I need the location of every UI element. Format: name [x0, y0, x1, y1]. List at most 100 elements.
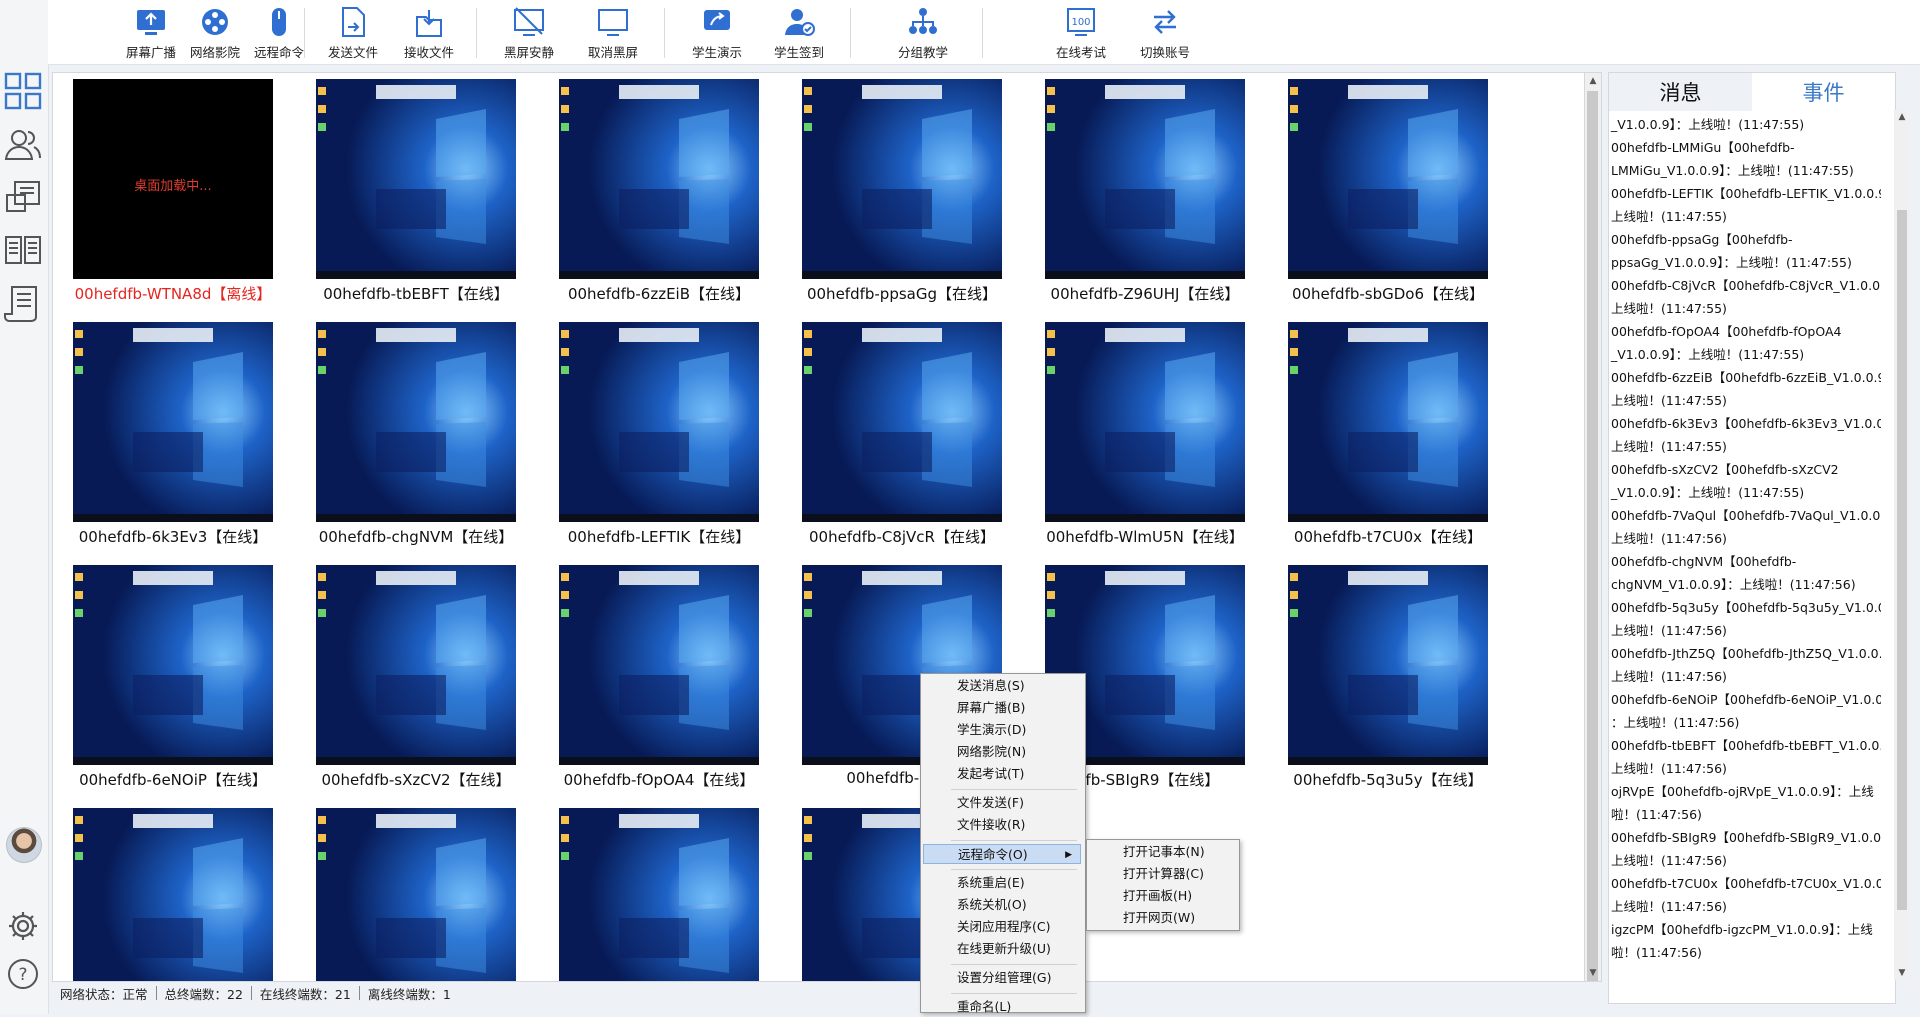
main-toolbar: 屏幕广播 网络影院 远程命令 发送文件 接收文件 黑屏安静 取消黑屏 学生演示 …	[48, 0, 1920, 65]
student-screen-thumbnail[interactable]	[73, 808, 273, 981]
settings-gear-icon[interactable]	[2, 905, 44, 947]
student-screen-thumbnail[interactable]	[316, 808, 516, 981]
submenu-item[interactable]: 打开计算器(C)	[1089, 864, 1237, 884]
scrollbar-thumb[interactable]	[1587, 91, 1598, 981]
log-line: 00hefdfb-JthZ5Q【00hefdfb-JthZ5Q_V1.0.0.9…	[1611, 646, 1881, 661]
document-scroll-icon[interactable]	[2, 282, 44, 324]
menu-item-label: 学生演示(D)	[957, 722, 1027, 737]
log-line: chgNVM_V1.0.0.9】：上线啦！(11:47:56)	[1611, 577, 1856, 592]
context-menu-item[interactable]: 在线更新升级(U)	[923, 939, 1081, 959]
context-menu-item[interactable]: 文件发送(F)	[923, 793, 1081, 813]
users-icon[interactable]	[2, 124, 44, 166]
student-screen-thumbnail[interactable]	[559, 565, 759, 765]
avatar[interactable]	[6, 827, 42, 863]
student-name: 00hefdfb-fOpOA4【在线】	[563, 771, 755, 789]
help-question-icon[interactable]: ?	[2, 953, 44, 995]
cancel-black-screen-label: 取消黑屏	[587, 45, 638, 60]
student-tile[interactable]: 00hefdfb-sbGDo6【在线】	[1268, 73, 1508, 303]
student-tile[interactable]: 00hefdfb-tbEBFT【在线】	[296, 73, 536, 303]
context-menu-item[interactable]: 远程命令(O) ▶	[923, 844, 1081, 864]
black-screen-button[interactable]: 黑屏安静	[494, 4, 564, 62]
student-checkin-button[interactable]: 学生签到	[764, 4, 834, 62]
send-file-button[interactable]: 发送文件	[318, 4, 388, 62]
scrollbar-thumb[interactable]	[1897, 210, 1907, 910]
log-line: 00hefdfb-SBIgR9【00hefdfb-SBIgR9_V1.0.0.9…	[1611, 830, 1881, 845]
cancel-black-screen-button[interactable]: 取消黑屏	[578, 4, 648, 62]
student-screen-thumbnail[interactable]	[73, 322, 273, 522]
context-menu-item[interactable]: 网络影院(N)	[923, 742, 1081, 762]
context-menu-item[interactable]: 发起考试(T)	[923, 764, 1081, 784]
submenu-item[interactable]: 打开记事本(N)	[1089, 842, 1237, 862]
scroll-up-icon[interactable]: ▲	[1585, 73, 1601, 89]
log-line: 上线啦！(11:47:55)	[1611, 393, 1727, 408]
student-tile[interactable]: 桌面加载中... 00hefdfb-WTNA8d【离线】	[53, 73, 293, 303]
student-tile[interactable]: 00hefdfb-ppsaGg【在线】	[782, 73, 1022, 303]
switch-account-button[interactable]: 切换账号	[1130, 4, 1200, 62]
student-tile[interactable]: 00hefdfb-sXzCV2【在线】	[296, 559, 536, 789]
context-menu-item[interactable]: 学生演示(D)	[923, 720, 1081, 740]
grid-scrollbar[interactable]: ▲ ▼	[1584, 72, 1602, 982]
student-screen-thumbnail[interactable]	[1045, 79, 1245, 279]
log-line: 00hefdfb-7VaQul【00hefdfb-7VaQul_V1.0.0.9…	[1611, 508, 1881, 523]
student-tile[interactable]: 00hefdfb-fOpOA4【在线】	[539, 559, 779, 789]
student-screen-thumbnail[interactable]	[1045, 322, 1245, 522]
open-book-icon[interactable]	[2, 228, 44, 270]
student-tile[interactable]: 00hefdfb-C8jVcR【在线】	[782, 316, 1022, 546]
student-screen-thumbnail[interactable]	[73, 565, 273, 765]
screen-broadcast-button[interactable]: 屏幕广播	[116, 4, 186, 62]
student-screen-thumbnail[interactable]	[316, 565, 516, 765]
student-tile[interactable]: 00hefdfb-6eNOiP【在线】	[53, 559, 293, 789]
thumbnail-grid-icon[interactable]	[2, 70, 44, 112]
log-line: 00hefdfb-fOpOA4【00hefdfb-fOpOA4	[1611, 324, 1842, 339]
tab-events[interactable]: 事件	[1752, 73, 1895, 111]
log-line: 上线啦！(11:47:56)	[1611, 531, 1727, 546]
student-screen-thumbnail[interactable]	[316, 79, 516, 279]
context-menu-item[interactable]: 文件接收(R)	[923, 815, 1081, 835]
online-exam-button[interactable]: 100 在线考试	[1046, 4, 1116, 62]
student-screen-thumbnail[interactable]	[316, 322, 516, 522]
context-menu-item[interactable]: 重命名(L)	[923, 997, 1081, 1017]
context-menu-item[interactable]: 关闭应用程序(C)	[923, 917, 1081, 937]
network-cinema-button[interactable]: 网络影院	[180, 4, 250, 62]
context-menu-item[interactable]: 屏幕广播(B)	[923, 698, 1081, 718]
student-tile[interactable]: 00hefdfb-5q3u5y【在线】	[1268, 559, 1508, 789]
menu-item-label: 在线更新升级(U)	[957, 941, 1051, 956]
submenu-item[interactable]: 打开网页(W)	[1089, 908, 1237, 928]
student-tile[interactable]: 00hefdfb-6zzEiB【在线】	[539, 73, 779, 303]
student-screen-thumbnail[interactable]	[559, 79, 759, 279]
student-tile[interactable]	[53, 802, 293, 981]
student-tile[interactable]	[539, 802, 779, 981]
student-screen-thumbnail[interactable]: 桌面加载中...	[73, 79, 273, 279]
group-teaching-button[interactable]: 分组教学	[888, 4, 958, 62]
student-screen-thumbnail[interactable]	[559, 322, 759, 522]
student-tile[interactable]	[296, 802, 536, 981]
assignment-icon[interactable]	[2, 176, 44, 218]
student-screen-thumbnail[interactable]	[1288, 322, 1488, 522]
student-screen-thumbnail[interactable]	[802, 79, 1002, 279]
context-menu-item[interactable]: 设置分组管理(G)	[923, 968, 1081, 988]
log-scrollbar[interactable]: ▲ ▼	[1894, 110, 1910, 980]
context-menu-item[interactable]: 系统重启(E)	[923, 873, 1081, 893]
tab-messages[interactable]: 消息	[1609, 73, 1752, 111]
student-tile[interactable]: 00hefdfb-chgNVM【在线】	[296, 316, 536, 546]
student-name: 00hefdfb-C8jVcR【在线】	[809, 528, 995, 546]
student-tile[interactable]: 00hefdfb-LEFTIK【在线】	[539, 316, 779, 546]
receive-file-button[interactable]: 接收文件	[394, 4, 464, 62]
student-demo-button[interactable]: 学生演示	[682, 4, 752, 62]
student-screen-thumbnail[interactable]	[802, 322, 1002, 522]
scroll-down-icon[interactable]: ▼	[1894, 966, 1910, 980]
student-tile[interactable]: 00hefdfb-6k3Ev3【在线】	[53, 316, 293, 546]
student-screen-thumbnail[interactable]	[1288, 79, 1488, 279]
student-screen-thumbnail[interactable]	[1288, 565, 1488, 765]
student-tile[interactable]: 00hefdfb-t7CU0x【在线】	[1268, 316, 1508, 546]
context-menu-item[interactable]: 系统关机(O)	[923, 895, 1081, 915]
submenu-item[interactable]: 打开画板(H)	[1089, 886, 1237, 906]
student-name: 00hefdfb-ppsaGg【在线】	[806, 285, 998, 303]
student-screen-thumbnail[interactable]	[559, 808, 759, 981]
student-tile[interactable]: 00hefdfb-Z96UHJ【在线】	[1025, 73, 1265, 303]
context-menu-item[interactable]: 发送消息(S)	[923, 676, 1081, 696]
scroll-up-icon[interactable]: ▲	[1894, 110, 1910, 124]
scroll-down-icon[interactable]: ▼	[1585, 965, 1601, 981]
student-tile[interactable]: 00hefdfb-WlmU5N【在线】	[1025, 316, 1265, 546]
screen-broadcast-label: 屏幕广播	[125, 45, 176, 60]
